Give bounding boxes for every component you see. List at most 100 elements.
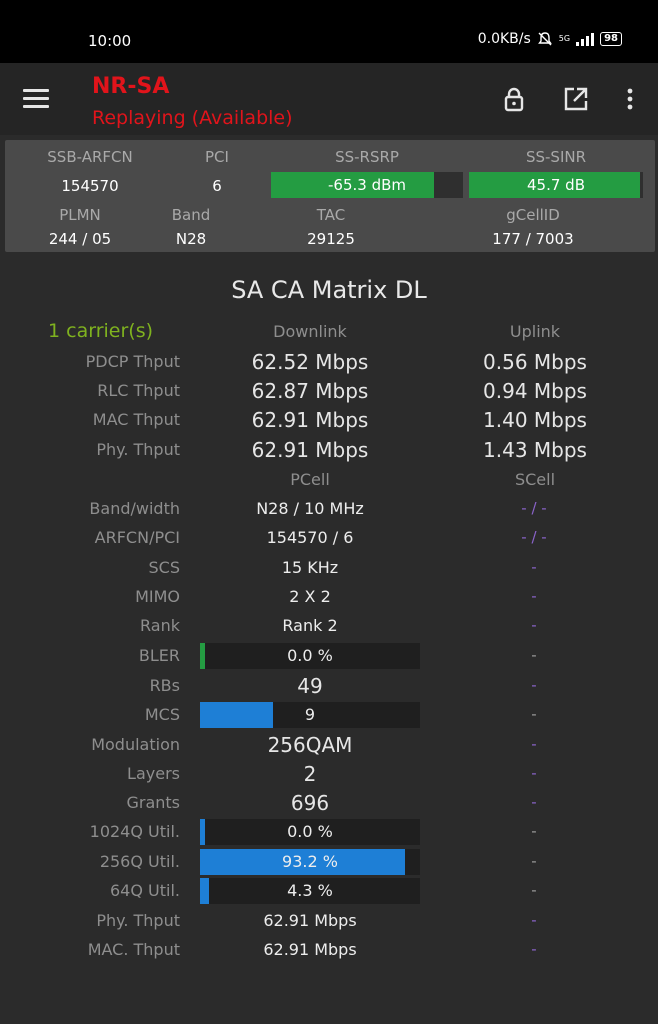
- band-width-pcell: N28 / 10 MHz: [256, 499, 364, 518]
- mimo-label: MIMO: [135, 587, 180, 606]
- q1024-util-scell: -: [531, 822, 537, 840]
- pdcp-thput-ul: 0.56 Mbps: [483, 350, 587, 374]
- mcs-scell: -: [531, 705, 537, 723]
- layers-pcell: 2: [303, 762, 317, 786]
- phy-thput-label: Phy. Thput: [96, 440, 180, 459]
- more-vert-icon[interactable]: [616, 85, 644, 113]
- modulation-scell: -: [531, 735, 537, 753]
- pcell-header: PCell: [290, 470, 330, 489]
- rbs-scell: -: [531, 676, 537, 694]
- q64-util-label: 64Q Util.: [110, 881, 180, 900]
- uplink-header: Uplink: [509, 322, 561, 341]
- ss-sinr-label: SS-SINR: [525, 148, 587, 166]
- app-bar: NR-SA Replaying (Available): [0, 63, 658, 135]
- q256-util-scell: -: [531, 852, 537, 870]
- modulation-label: Modulation: [91, 735, 180, 754]
- layers-scell: -: [531, 764, 537, 782]
- rlc-thput-label: RLC Thput: [97, 381, 180, 400]
- carrier-count: 1 carrier(s): [48, 320, 154, 342]
- network-type: 5G: [558, 34, 571, 43]
- mac-thput-pcell: 62.91 Mbps: [263, 940, 357, 959]
- replay-status: Replaying (Available): [92, 107, 293, 129]
- pci-label: PCI: [205, 148, 229, 166]
- ss-rsrp-label: SS-RSRP: [335, 148, 399, 166]
- mac-thput-ul: 1.40 Mbps: [483, 408, 587, 432]
- modulation-pcell: 256QAM: [267, 733, 353, 757]
- plmn-value: 244 / 05: [48, 230, 112, 248]
- open-external-icon[interactable]: [562, 85, 590, 113]
- layers-label: Layers: [127, 764, 180, 783]
- q256-util-label: 256Q Util.: [99, 852, 180, 871]
- system-status-bar: 10:00 0.0KB/s 5G 98: [0, 0, 658, 63]
- q64-util-bar: 4.3 %: [200, 878, 420, 904]
- rbs-pcell: 49: [297, 674, 323, 698]
- bler-pcell: 0.0 %: [287, 646, 333, 665]
- band-width-label: Band/width: [89, 499, 180, 518]
- downlink-header: Downlink: [273, 322, 347, 341]
- q256-util-bar: 93.2 %: [200, 849, 420, 875]
- pci-value: 6: [212, 177, 222, 195]
- ss-rsrp-meter: -65.3 dBm: [271, 172, 463, 198]
- phy-thput-scell: -: [531, 911, 537, 929]
- mcs-pcell: 9: [304, 705, 316, 724]
- tac-label: TAC: [316, 206, 346, 224]
- rlc-thput-ul: 0.94 Mbps: [483, 379, 587, 403]
- matrix-title: SA CA Matrix DL: [231, 276, 427, 304]
- bler-scell: -: [531, 646, 537, 664]
- mimo-pcell: 2 X 2: [289, 587, 331, 606]
- mac-thput-scell: -: [531, 940, 537, 958]
- clock: 10:00: [88, 32, 132, 50]
- q1024-util-pcell: 0.0 %: [287, 822, 333, 841]
- band-label: Band: [171, 206, 211, 224]
- network-speed: 0.0KB/s: [477, 31, 531, 47]
- mac-thput-label: MAC Thput: [92, 410, 180, 429]
- gcellid-label: gCellID: [506, 206, 560, 224]
- phy-thput-dl: 62.91 Mbps: [251, 438, 369, 462]
- pdcp-thput-dl: 62.52 Mbps: [251, 350, 369, 374]
- pdcp-thput-label: PDCP Thput: [85, 352, 180, 371]
- ss-rsrp-value: -65.3 dBm: [327, 176, 406, 194]
- status-icons: 0.0KB/s 5G 98: [478, 31, 622, 47]
- arfcn-pci-label: ARFCN/PCI: [94, 528, 180, 547]
- rlc-thput-dl: 62.87 Mbps: [251, 379, 369, 403]
- scs-scell: -: [531, 558, 537, 576]
- ssb-arfcn-label: SSB-ARFCN: [47, 148, 133, 166]
- q1024-util-bar: 0.0 %: [200, 819, 420, 845]
- band-value: N28: [175, 230, 207, 248]
- lock-icon[interactable]: [500, 85, 528, 113]
- bler-bar: 0.0 %: [200, 643, 420, 669]
- battery-icon: 98: [600, 32, 622, 46]
- scs-pcell: 15 KHz: [281, 558, 339, 577]
- phy-thput-row-label: Phy. Thput: [96, 911, 180, 930]
- bler-label: BLER: [138, 646, 180, 665]
- grants-label: Grants: [126, 793, 180, 812]
- mcs-bar: 9: [200, 702, 420, 728]
- mac-thput-dl: 62.91 Mbps: [251, 408, 369, 432]
- rank-scell: -: [531, 616, 537, 634]
- q64-util-scell: -: [531, 881, 537, 899]
- phy-thput-pcell: 62.91 Mbps: [263, 911, 357, 930]
- ss-sinr-value: 45.7 dB: [527, 176, 585, 194]
- plmn-label: PLMN: [59, 206, 101, 224]
- arfcn-pci-scell: - / -: [521, 528, 547, 546]
- mute-bell-icon: [537, 32, 552, 46]
- ssb-arfcn-value: 154570: [61, 177, 119, 195]
- tac-value: 29125: [307, 230, 355, 248]
- scs-label: SCS: [148, 558, 180, 577]
- app-title: NR-SA: [92, 74, 170, 99]
- rbs-label: RBs: [149, 676, 180, 695]
- rank-pcell: Rank 2: [282, 616, 338, 635]
- mcs-label: MCS: [144, 705, 180, 724]
- grants-scell: -: [531, 793, 537, 811]
- signal-icon: [576, 32, 595, 46]
- arfcn-pci-pcell: 154570 / 6: [266, 528, 354, 547]
- mac-thput-row-label: MAC. Thput: [87, 940, 180, 959]
- q1024-util-label: 1024Q Util.: [89, 822, 180, 841]
- band-width-scell: - / -: [521, 499, 547, 517]
- grants-pcell: 696: [290, 791, 330, 815]
- gcellid-value: 177 / 7003: [492, 230, 574, 248]
- mimo-scell: -: [531, 587, 537, 605]
- q256-util-pcell: 93.2 %: [282, 852, 338, 871]
- rank-label: Rank: [140, 616, 180, 635]
- menu-icon[interactable]: [23, 89, 49, 109]
